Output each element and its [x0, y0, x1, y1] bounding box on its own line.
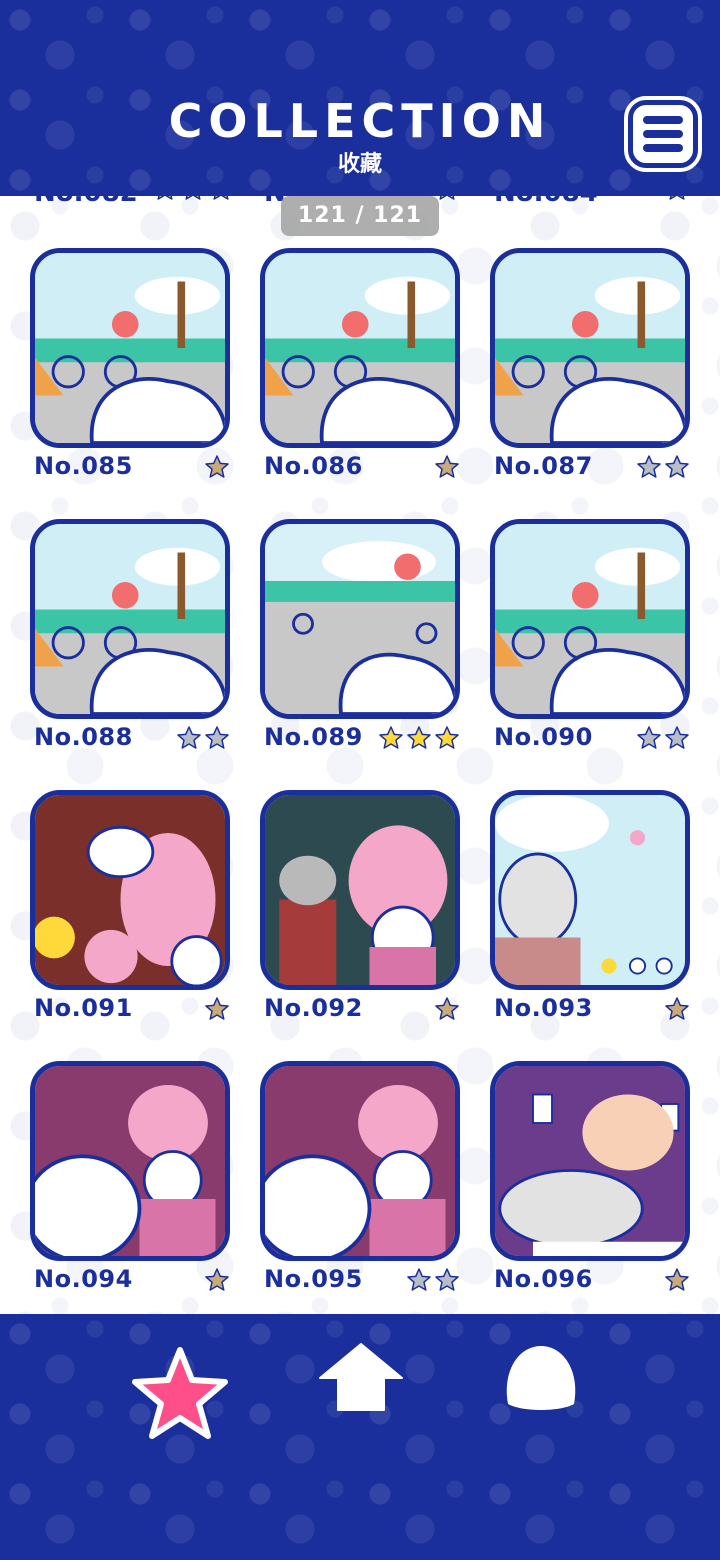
card-illustration	[265, 1066, 455, 1256]
menu-icon	[643, 116, 683, 124]
bottom-nav	[0, 1314, 720, 1560]
star-rating	[664, 996, 690, 1022]
collection-grid[interactable]: No.082 N No.084	[0, 196, 720, 1314]
card-number: No.096	[494, 1265, 593, 1293]
star-rating	[204, 996, 230, 1022]
collection-card[interactable]: No.095	[260, 1061, 460, 1299]
card-thumbnail[interactable]	[490, 519, 690, 719]
rating-star-icon	[665, 455, 689, 478]
card-illustration	[265, 795, 455, 985]
rating-star-icon	[185, 196, 201, 200]
rating-star-icon	[205, 726, 229, 749]
nav-collection-button[interactable]	[130, 1344, 230, 1448]
card-thumbnail[interactable]	[260, 1061, 460, 1261]
star-rating	[434, 454, 460, 480]
card-thumbnail[interactable]	[260, 790, 460, 990]
rating-star-icon	[205, 997, 229, 1020]
rating-star-icon	[665, 726, 689, 749]
star-rating	[378, 725, 460, 751]
star-rating	[176, 725, 230, 751]
collection-counter: 121 / 121	[281, 196, 439, 236]
card-number: No.090	[494, 723, 593, 751]
card-thumbnail[interactable]	[490, 790, 690, 990]
rating-star-icon	[435, 997, 459, 1020]
card-number: No.088	[34, 723, 133, 751]
star-rating	[204, 1267, 230, 1293]
card-number: No.094	[34, 1265, 133, 1293]
star-rating	[664, 1267, 690, 1293]
card-thumbnail[interactable]	[30, 519, 230, 719]
card-thumbnail[interactable]	[30, 1061, 230, 1261]
star-rating	[406, 1267, 460, 1293]
star-icon	[132, 1347, 228, 1439]
nav-home-button[interactable]	[318, 1342, 404, 1416]
card-number: No.095	[264, 1265, 363, 1293]
collection-card[interactable]: No.085	[30, 248, 230, 486]
rating-star-icon	[205, 455, 229, 478]
card-illustration	[495, 253, 685, 443]
page-subtitle: 收藏	[337, 152, 382, 177]
star-rating	[204, 454, 230, 480]
rating-star-icon	[435, 455, 459, 478]
rating-star-icon	[435, 726, 459, 749]
rating-star-icon	[379, 726, 403, 749]
collection-card[interactable]: No.086	[260, 248, 460, 486]
card-number: No.089	[264, 723, 363, 751]
card-thumbnail[interactable]	[490, 1061, 690, 1261]
card-illustration	[495, 795, 685, 985]
rating-star-icon	[669, 196, 685, 200]
collection-card[interactable]: No.091	[30, 790, 230, 1028]
collection-card[interactable]: No.092	[260, 790, 460, 1028]
collection-card[interactable]: No.096	[490, 1061, 690, 1299]
page-title: COLLECTION	[168, 94, 552, 148]
collection-card[interactable]: No.088	[30, 519, 230, 757]
collection-card[interactable]: No.089	[260, 519, 460, 757]
rating-star-icon	[665, 1268, 689, 1291]
card-illustration	[265, 253, 455, 443]
rating-star-icon	[213, 196, 229, 200]
rating-star-icon	[177, 726, 201, 749]
dog-head-icon	[506, 1346, 576, 1410]
header-bar: COLLECTION 收藏	[0, 0, 720, 196]
rating-star-icon	[637, 455, 661, 478]
rating-star-icon	[157, 196, 173, 200]
star-rating	[664, 196, 720, 202]
menu-button[interactable]	[624, 96, 702, 172]
collection-card[interactable]: No.094	[30, 1061, 230, 1299]
cut-card-label: No.084	[494, 196, 598, 208]
card-illustration	[35, 1066, 225, 1256]
card-illustration	[35, 795, 225, 985]
rating-star-icon	[435, 1268, 459, 1291]
card-illustration	[495, 1066, 685, 1256]
card-thumbnail[interactable]	[490, 248, 690, 448]
home-icon	[319, 1343, 403, 1411]
rating-star-icon	[205, 1268, 229, 1291]
collection-card[interactable]: No.093	[490, 790, 690, 1028]
cut-card-label: No.082	[34, 196, 138, 208]
card-thumbnail[interactable]	[30, 790, 230, 990]
card-thumbnail[interactable]	[260, 519, 460, 719]
card-illustration	[35, 253, 225, 443]
nav-character-button[interactable]	[500, 1342, 582, 1420]
card-number: No.093	[494, 994, 593, 1022]
card-illustration	[35, 524, 225, 714]
card-thumbnail[interactable]	[260, 248, 460, 448]
rating-star-icon	[407, 1268, 431, 1291]
card-illustration	[265, 524, 455, 714]
rating-star-icon	[665, 997, 689, 1020]
star-rating	[636, 725, 690, 751]
card-number: No.091	[34, 994, 133, 1022]
card-illustration	[495, 524, 685, 714]
card-number: No.085	[34, 452, 133, 480]
star-rating	[434, 996, 460, 1022]
card-thumbnail[interactable]	[30, 248, 230, 448]
collection-card[interactable]: No.090	[490, 519, 690, 757]
card-number: No.092	[264, 994, 363, 1022]
star-rating	[636, 454, 690, 480]
rating-star-icon	[407, 726, 431, 749]
collection-card[interactable]: No.087	[490, 248, 690, 486]
card-number: No.086	[264, 452, 363, 480]
rating-star-icon	[637, 726, 661, 749]
card-number: No.087	[494, 452, 593, 480]
